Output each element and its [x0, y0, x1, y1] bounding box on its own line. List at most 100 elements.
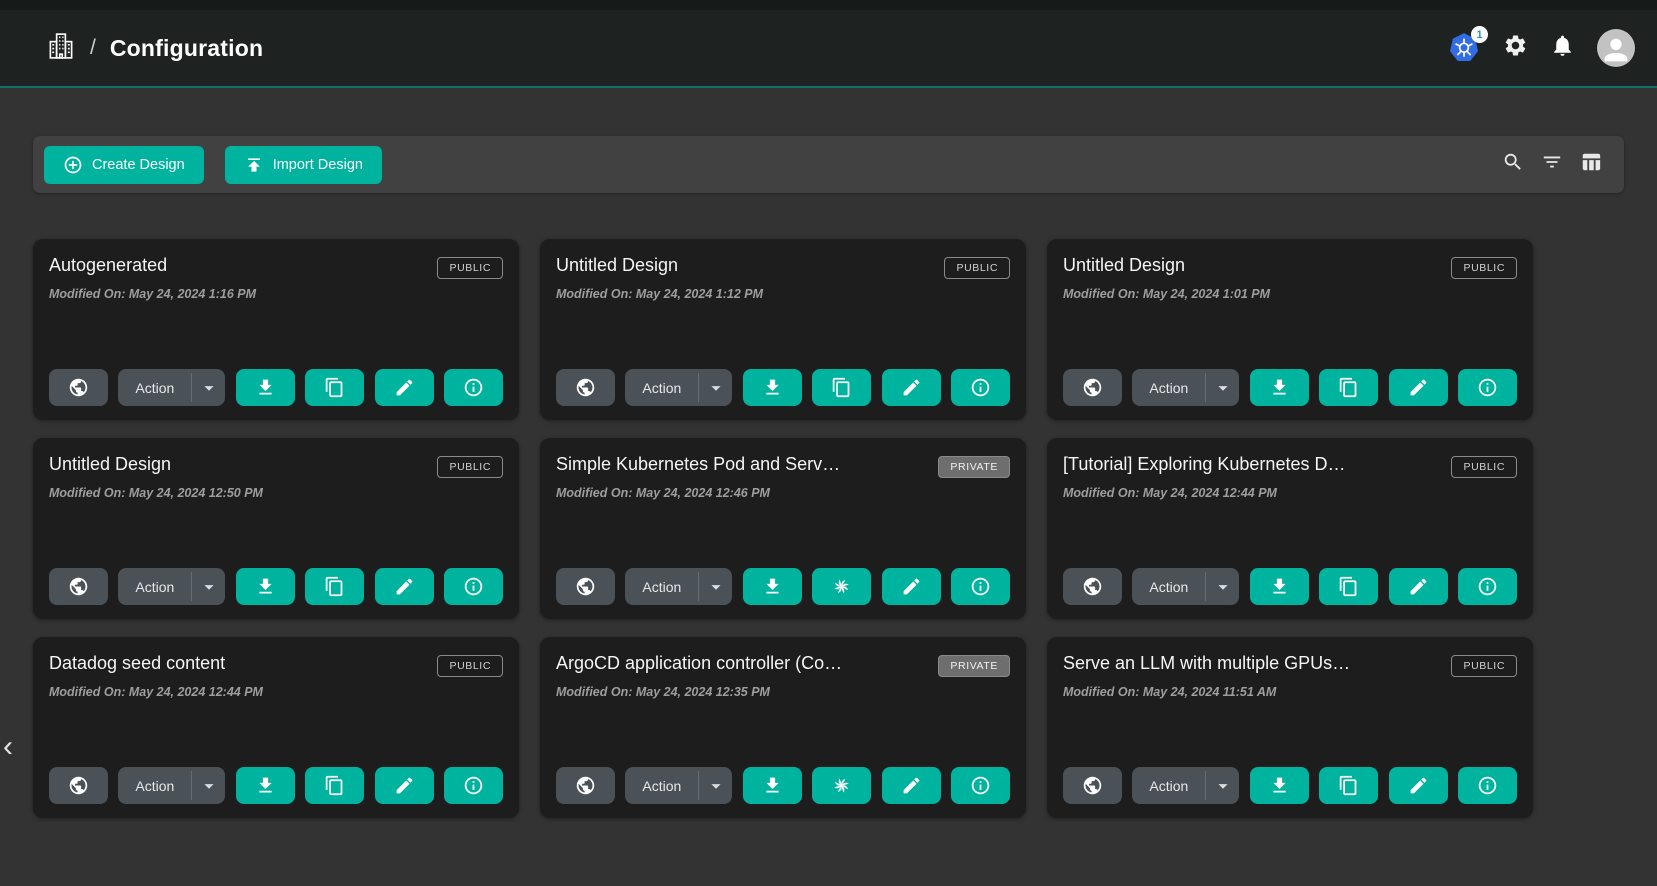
gear-icon[interactable]: [1503, 33, 1528, 63]
clone-button[interactable]: [305, 369, 364, 406]
copy-icon: [1338, 775, 1359, 796]
visibility-globe-button[interactable]: [1063, 767, 1122, 804]
design-card: [Tutorial] Exploring Kubernetes D… PUBLI…: [1047, 438, 1533, 619]
download-button[interactable]: [743, 568, 802, 605]
info-button[interactable]: [1458, 568, 1517, 605]
designs-toolbar: Create Design Import Design: [33, 136, 1624, 193]
download-button[interactable]: [1250, 369, 1309, 406]
info-button[interactable]: [1458, 767, 1517, 804]
clone-button[interactable]: [1319, 568, 1378, 605]
info-icon: [970, 377, 991, 398]
action-button[interactable]: Action: [1132, 568, 1205, 605]
design-title: Serve an LLM with multiple GPUs…: [1063, 653, 1350, 674]
design-title: Simple Kubernetes Pod and Serv…: [556, 454, 840, 475]
filter-icon[interactable]: [1541, 151, 1563, 178]
visibility-globe-button[interactable]: [49, 568, 108, 605]
edit-button[interactable]: [1389, 767, 1448, 804]
clone-button[interactable]: [1319, 767, 1378, 804]
download-button[interactable]: [743, 767, 802, 804]
visibility-badge: PUBLIC: [944, 257, 1010, 279]
clone-button[interactable]: [812, 568, 871, 605]
globe-icon: [1082, 377, 1103, 398]
visibility-globe-button[interactable]: [49, 369, 108, 406]
visibility-globe-button[interactable]: [556, 369, 615, 406]
table-view-icon[interactable]: [1580, 151, 1602, 178]
download-button[interactable]: [236, 369, 295, 406]
info-icon: [1477, 377, 1498, 398]
action-dropdown-toggle[interactable]: [699, 369, 732, 406]
bell-icon[interactable]: [1550, 33, 1575, 63]
avatar[interactable]: [1597, 29, 1635, 67]
download-button[interactable]: [236, 568, 295, 605]
info-icon: [1477, 775, 1498, 796]
import-design-button[interactable]: Import Design: [225, 146, 382, 184]
info-button[interactable]: [444, 369, 503, 406]
edit-button[interactable]: [882, 767, 941, 804]
clone-button[interactable]: [812, 369, 871, 406]
modified-date: Modified On: May 24, 2024 12:44 PM: [49, 685, 503, 699]
modified-date: Modified On: May 24, 2024 1:16 PM: [49, 287, 503, 301]
action-split-button: Action: [118, 568, 225, 605]
card-action-bar: Action: [49, 568, 503, 605]
design-card: Untitled Design PUBLIC Modified On: May …: [33, 438, 519, 619]
info-button[interactable]: [444, 568, 503, 605]
edit-button[interactable]: [882, 369, 941, 406]
info-button[interactable]: [444, 767, 503, 804]
clone-button[interactable]: [1319, 369, 1378, 406]
action-split-button: Action: [625, 767, 732, 804]
action-button[interactable]: Action: [625, 568, 698, 605]
visibility-globe-button[interactable]: [556, 568, 615, 605]
visibility-globe-button[interactable]: [1063, 568, 1122, 605]
download-button[interactable]: [1250, 767, 1309, 804]
visibility-globe-button[interactable]: [1063, 369, 1122, 406]
action-button[interactable]: Action: [118, 767, 191, 804]
info-button[interactable]: [951, 369, 1010, 406]
create-design-label: Create Design: [92, 157, 185, 173]
action-dropdown-toggle[interactable]: [699, 568, 732, 605]
edit-button[interactable]: [1389, 568, 1448, 605]
pencil-icon: [1408, 377, 1429, 398]
download-button[interactable]: [743, 369, 802, 406]
action-dropdown-toggle[interactable]: [192, 369, 225, 406]
action-button[interactable]: Action: [625, 369, 698, 406]
action-dropdown-toggle[interactable]: [699, 767, 732, 804]
action-dropdown-toggle[interactable]: [1206, 568, 1239, 605]
design-card: Datadog seed content PUBLIC Modified On:…: [33, 637, 519, 818]
action-dropdown-toggle[interactable]: [192, 568, 225, 605]
action-dropdown-toggle[interactable]: [1206, 369, 1239, 406]
action-button[interactable]: Action: [1132, 369, 1205, 406]
download-button[interactable]: [236, 767, 295, 804]
design-grid: Autogenerated PUBLIC Modified On: May 24…: [33, 239, 1657, 818]
download-icon: [762, 377, 783, 398]
search-icon[interactable]: [1502, 151, 1524, 178]
modified-date: Modified On: May 24, 2024 12:35 PM: [556, 685, 1010, 699]
edit-button[interactable]: [1389, 369, 1448, 406]
edit-button[interactable]: [375, 369, 434, 406]
download-icon: [762, 775, 783, 796]
pencil-icon: [901, 576, 922, 597]
action-dropdown-toggle[interactable]: [1206, 767, 1239, 804]
edit-button[interactable]: [375, 767, 434, 804]
visibility-globe-button[interactable]: [556, 767, 615, 804]
info-button[interactable]: [951, 568, 1010, 605]
info-button[interactable]: [1458, 369, 1517, 406]
action-button[interactable]: Action: [625, 767, 698, 804]
info-button[interactable]: [951, 767, 1010, 804]
kubernetes-context-button[interactable]: 1: [1447, 31, 1481, 65]
action-button[interactable]: Action: [118, 568, 191, 605]
action-dropdown-toggle[interactable]: [192, 767, 225, 804]
create-design-button[interactable]: Create Design: [44, 146, 204, 184]
action-button[interactable]: Action: [118, 369, 191, 406]
info-icon: [463, 576, 484, 597]
design-card: Simple Kubernetes Pod and Serv… PRIVATE …: [540, 438, 1026, 619]
action-button[interactable]: Action: [1132, 767, 1205, 804]
clone-button[interactable]: [305, 568, 364, 605]
globe-icon: [68, 576, 89, 597]
edit-button[interactable]: [375, 568, 434, 605]
drawer-collapse-chevron[interactable]: ‹: [3, 732, 13, 762]
visibility-globe-button[interactable]: [49, 767, 108, 804]
clone-button[interactable]: [812, 767, 871, 804]
clone-button[interactable]: [305, 767, 364, 804]
edit-button[interactable]: [882, 568, 941, 605]
download-button[interactable]: [1250, 568, 1309, 605]
